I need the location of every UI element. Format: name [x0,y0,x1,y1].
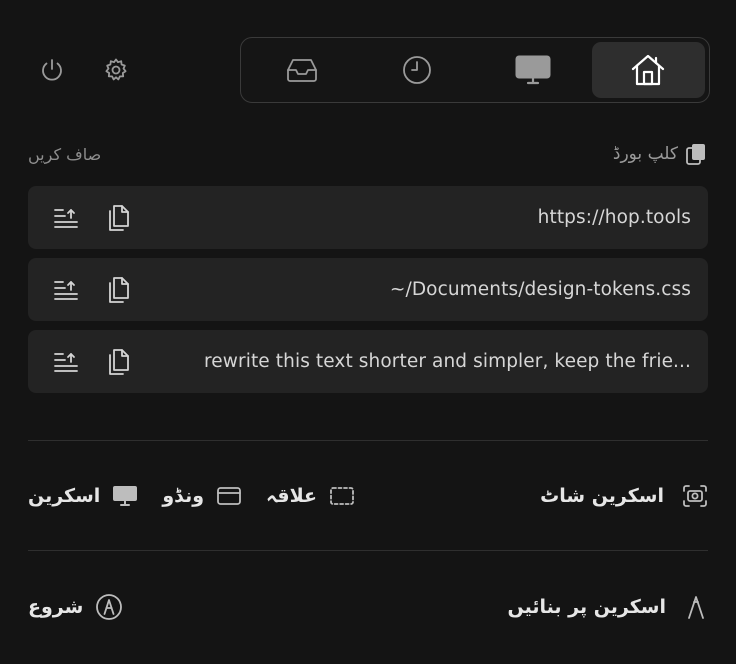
screenshot-title-text: اسکرین شاٹ [540,485,664,507]
power-button[interactable] [36,54,68,86]
record-start-button[interactable]: شروع [28,593,123,621]
tab-display[interactable] [476,42,590,98]
copy-button[interactable] [104,276,132,304]
tab-history[interactable] [361,42,475,98]
clipboard-item[interactable]: rewrite this text shorter and simpler, k… [28,330,708,393]
copy-icon [109,204,129,231]
top-left-controls [36,54,132,86]
paste-format-button[interactable] [52,204,80,232]
clipboard-icon [686,144,705,165]
inbox-icon [286,59,317,82]
screenshot-section: اسکرین ونڈو علاقہ اسکرین شاٹ [28,476,708,516]
pen-circle-icon [96,594,123,620]
screenshot-screen-label: اسکرین [28,485,101,507]
camera-icon [683,485,707,507]
main-tabs [240,37,710,103]
settings-button[interactable] [100,54,132,86]
paste-format-button[interactable] [52,276,80,304]
row-actions [52,204,132,232]
row-actions [52,276,132,304]
tab-inbox[interactable] [245,42,359,98]
clipboard-header: صاف کریں کلپ بورڈ [28,138,708,170]
home-icon [632,54,665,86]
clipboard-item[interactable]: ~/Documents/design-tokens.css [28,258,708,321]
record-start-label: شروع [28,596,84,618]
text-format-icon [54,280,78,300]
record-title: اسکرین پر بنائیں [508,594,709,620]
section-divider [28,440,708,441]
copy-icon [109,276,129,303]
record-title-text: اسکرین پر بنائیں [507,596,667,618]
copy-button[interactable] [104,204,132,232]
screenshot-options: اسکرین ونڈو علاقہ [28,485,355,507]
clipboard-item-text: ~/Documents/design-tokens.css [389,279,691,300]
text-format-icon [54,208,78,228]
clipboard-item-text: rewrite this text shorter and simpler, k… [204,351,691,372]
paste-format-button[interactable] [52,348,80,376]
clear-button[interactable]: صاف کریں [28,145,101,164]
record-section: شروع اسکرین پر بنائیں [28,587,708,627]
monitor-icon [113,486,138,506]
monitor-icon [515,55,551,85]
clipboard-item[interactable]: https://hop.tools [28,186,708,249]
screenshot-area-button[interactable]: علاقہ [266,485,355,507]
clipboard-title: کلپ بورڈ [613,142,708,166]
screenshot-screen-button[interactable]: اسکرین [28,485,138,507]
screenshot-area-label: علاقہ [266,485,318,507]
row-actions [52,348,132,376]
copy-icon [109,348,129,375]
window-icon [217,487,241,505]
screenshot-title: اسکرین شاٹ [540,484,708,508]
tab-home[interactable] [591,42,705,98]
clipboard-list: https://hop.tools ~/Documents/design-tok… [28,186,708,402]
draw-icon [688,596,704,619]
clock-icon [403,56,432,84]
gear-icon [105,58,127,81]
selection-area-icon [330,487,354,505]
copy-button[interactable] [104,348,132,376]
power-icon [42,59,62,81]
screenshot-window-label: ونڈو [162,485,205,507]
section-divider [28,550,708,551]
text-format-icon [54,352,78,372]
clipboard-item-text: https://hop.tools [537,207,691,228]
screenshot-window-button[interactable]: ونڈو [162,485,242,507]
clipboard-title-text: کلپ بورڈ [612,144,678,164]
